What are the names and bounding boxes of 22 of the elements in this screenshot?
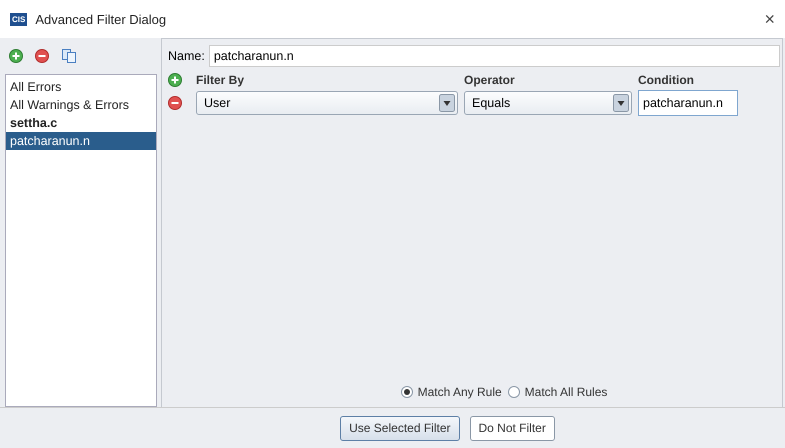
dialog-button[interactable]: Do Not Filter: [470, 416, 555, 440]
filter-item[interactable]: patcharanun.n: [6, 132, 156, 150]
filter-by-dropdown[interactable]: User: [196, 91, 458, 115]
operator-dropdown[interactable]: Equals: [464, 91, 632, 115]
column-header: Condition: [638, 73, 695, 87]
filter-item[interactable]: settha.c: [6, 114, 156, 132]
filter-item[interactable]: All Errors: [6, 78, 156, 96]
match-radio[interactable]: Match Any Rule: [400, 385, 502, 399]
name-label: Name:: [168, 49, 205, 63]
filter-item[interactable]: All Warnings & Errors: [6, 96, 156, 114]
add-icon[interactable]: [9, 49, 23, 63]
name-field[interactable]: patcharanun.n: [208, 45, 780, 67]
remove-icon[interactable]: [35, 49, 49, 63]
condition-field[interactable]: patcharanun.n: [638, 90, 738, 116]
match-radio[interactable]: Match All Rules: [508, 385, 608, 399]
app-logo: CIS: [10, 12, 28, 26]
close-button[interactable]: ×: [764, 8, 775, 30]
column-header: Operator: [464, 73, 516, 87]
column-header: Filter By: [196, 73, 246, 87]
copy-icon[interactable]: [61, 48, 77, 64]
window-title: Advanced Filter Dialog: [35, 12, 168, 26]
dialog-button[interactable]: Use Selected Filter: [340, 416, 460, 440]
